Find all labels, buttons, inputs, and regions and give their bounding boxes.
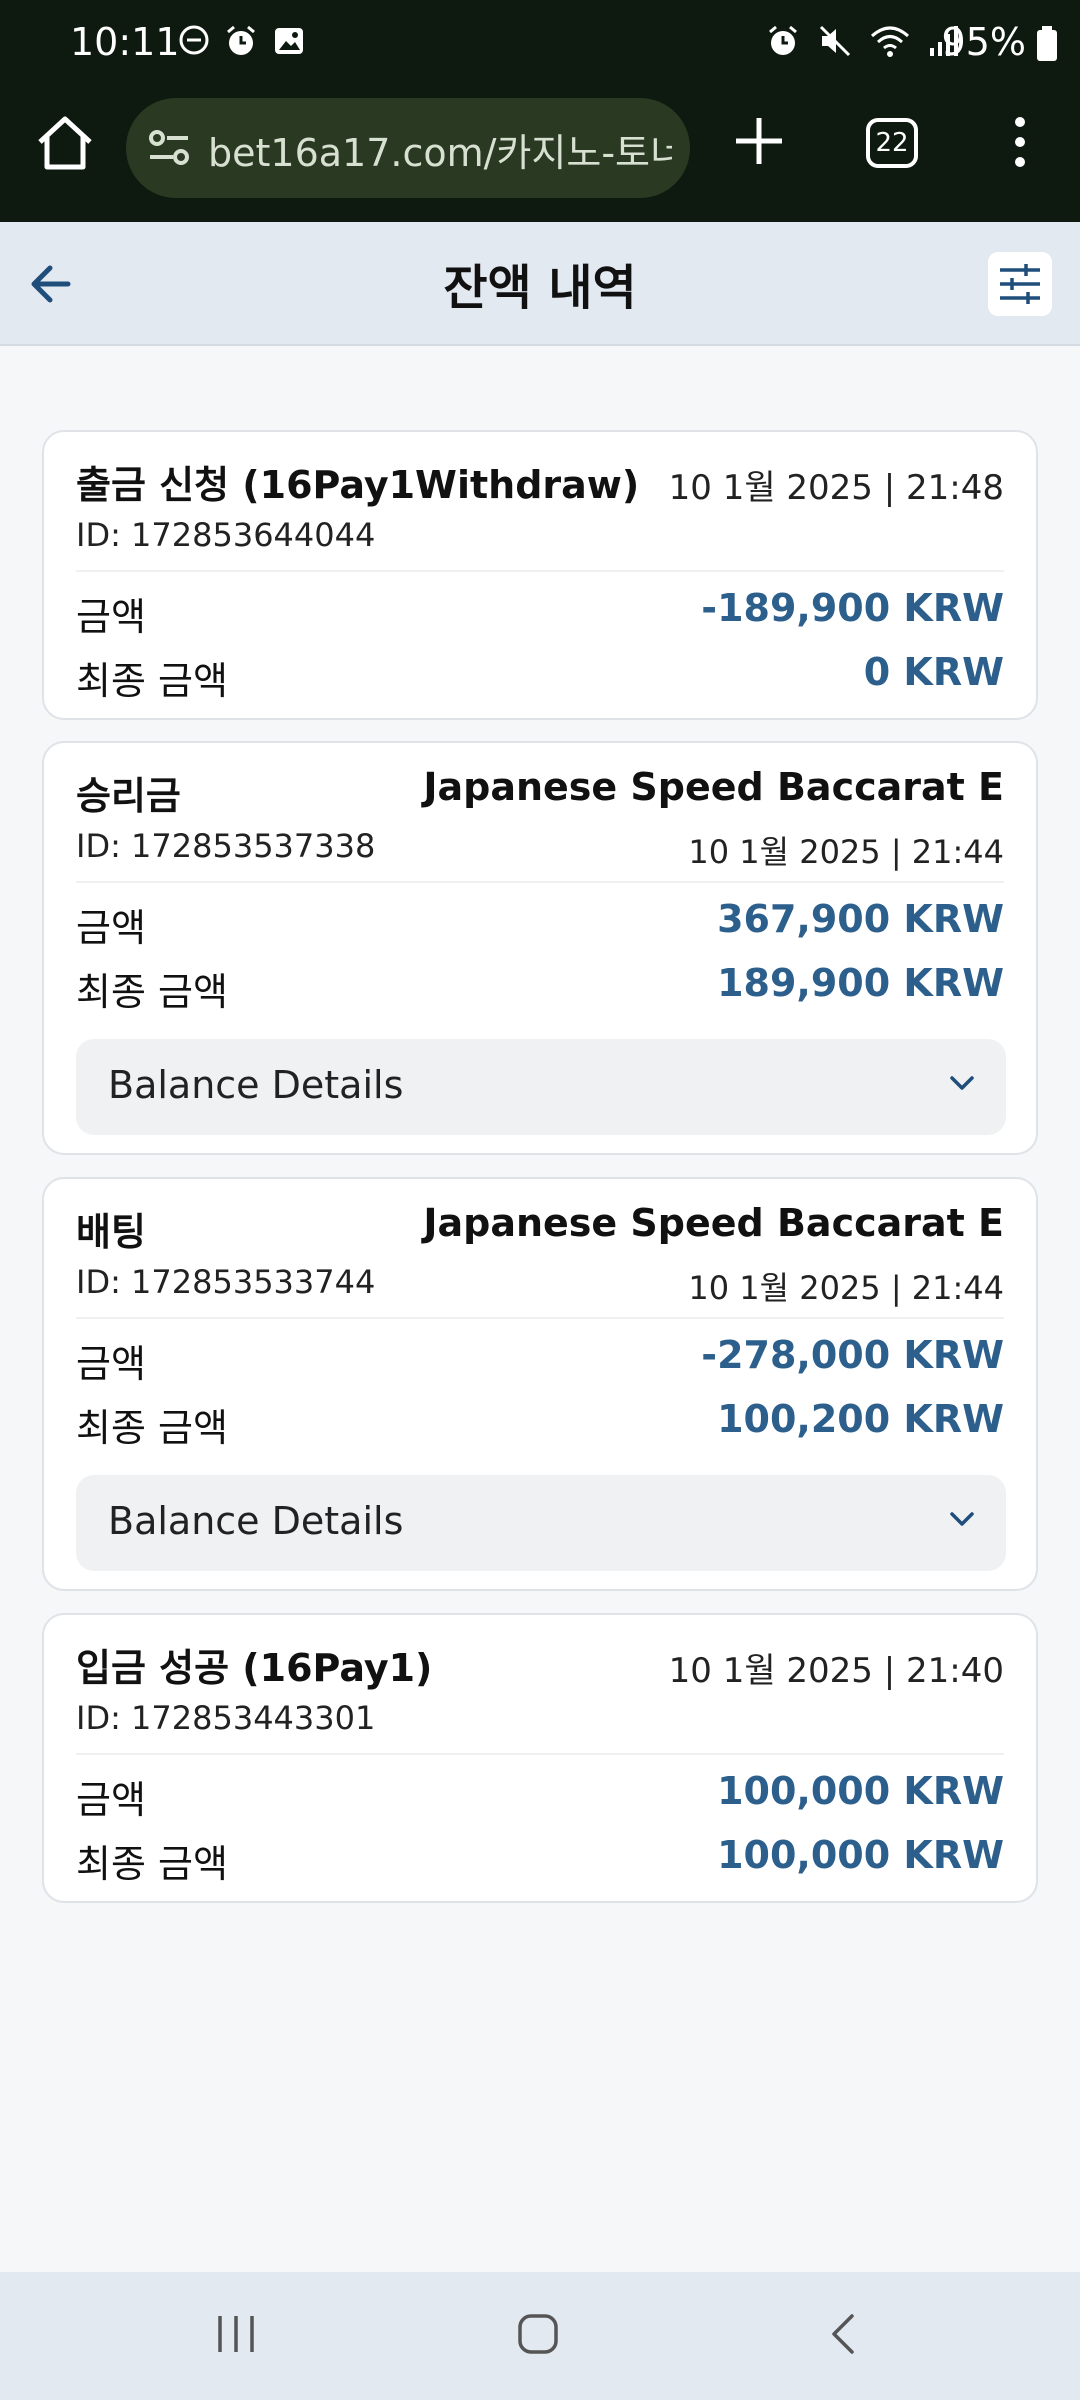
status-left-icons (178, 24, 306, 58)
url-text[interactable]: bet16a17.com/카지노-토너먼트 (208, 122, 672, 176)
amount-label: 금액 (76, 906, 146, 950)
transaction-date: 10 1월 2025 | 21:44 (688, 1269, 1004, 1307)
transaction-id: ID: 172853644044 (76, 516, 376, 554)
more-menu-icon[interactable] (1000, 112, 1040, 172)
battery-percent: 95% (941, 20, 1026, 64)
divider (76, 881, 1004, 883)
site-settings-icon[interactable] (148, 128, 192, 168)
game-name: Japanese Speed Baccarat E (423, 765, 1004, 809)
status-right-icons (766, 24, 960, 58)
amount-value: 367,900 KRW (717, 897, 1004, 941)
final-amount-label: 최종 금액 (76, 659, 228, 703)
app-header: 잔액 내역 (0, 222, 1080, 346)
transaction-card: 승리금 Japanese Speed Baccarat E ID: 172853… (42, 741, 1038, 1155)
balance-details-toggle[interactable]: Balance Details (76, 1039, 1006, 1135)
transaction-type: 승리금 (76, 774, 181, 818)
amount-label: 금액 (76, 595, 146, 639)
final-amount-label: 최종 금액 (76, 1406, 228, 1450)
balance-details-label: Balance Details (108, 1063, 404, 1107)
transaction-id: ID: 172853533744 (76, 1263, 376, 1301)
game-name: Japanese Speed Baccarat E (423, 1201, 1004, 1245)
final-amount-value: 0 KRW (863, 650, 1004, 694)
address-bar[interactable]: bet16a17.com/카지노-토너먼트 (126, 98, 690, 198)
transaction-card: 출금 신청 (16Pay1Withdraw) 10 1월 2025 | 21:4… (42, 430, 1038, 720)
amount-label: 금액 (76, 1778, 146, 1822)
browser-chrome: 10:11 95% bet16a17.com/카지노-토너먼트 22 (0, 0, 1080, 222)
transaction-type: 출금 신청 (16Pay1Withdraw) (76, 463, 640, 507)
home-nav-icon[interactable] (516, 2312, 560, 2356)
back-nav-icon[interactable] (822, 2312, 866, 2356)
balance-details-toggle[interactable]: Balance Details (76, 1475, 1006, 1571)
final-amount-label: 최종 금액 (76, 1842, 228, 1886)
divider (76, 570, 1004, 572)
amount-value: -278,000 KRW (701, 1333, 1004, 1377)
transaction-id: ID: 172853537338 (76, 827, 376, 865)
final-amount-value: 189,900 KRW (717, 961, 1004, 1005)
divider (76, 1753, 1004, 1755)
transaction-id: ID: 172853443301 (76, 1699, 376, 1737)
transaction-card: 배팅 Japanese Speed Baccarat E ID: 1728535… (42, 1177, 1038, 1591)
filter-button[interactable] (988, 252, 1052, 316)
amount-value: -189,900 KRW (701, 586, 1004, 630)
transaction-type: 배팅 (76, 1210, 146, 1254)
chevron-down-icon (950, 1512, 974, 1526)
final-amount-label: 최종 금액 (76, 970, 228, 1014)
filter-sliders-icon (1000, 264, 1040, 304)
recents-icon[interactable] (214, 2312, 258, 2356)
gallery-icon (275, 28, 303, 54)
amount-value: 100,000 KRW (717, 1769, 1004, 1813)
status-time: 10:11 (70, 20, 180, 64)
home-icon[interactable] (34, 112, 96, 174)
transaction-date: 10 1월 2025 | 21:40 (668, 1651, 1004, 1691)
mute-icon (819, 25, 851, 57)
page-title: 잔액 내역 (443, 260, 637, 316)
final-amount-value: 100,200 KRW (717, 1397, 1004, 1441)
amount-label: 금액 (76, 1342, 146, 1386)
wifi-icon (871, 26, 909, 57)
battery-icon (1037, 26, 1057, 61)
balance-details-label: Balance Details (108, 1499, 404, 1543)
transaction-date: 10 1월 2025 | 21:44 (688, 833, 1004, 871)
transaction-card: 입금 성공 (16Pay1) 10 1월 2025 | 21:40 ID: 17… (42, 1613, 1038, 1903)
tab-switcher-button[interactable]: 22 (866, 118, 918, 168)
chevron-down-icon (950, 1076, 974, 1090)
alarm-icon (227, 25, 255, 55)
status-bar: 10:11 95% (0, 0, 1080, 86)
dnd-icon (179, 25, 209, 55)
new-tab-icon[interactable] (730, 112, 788, 170)
alarm-icon (769, 25, 797, 55)
divider (76, 1317, 1004, 1319)
transaction-date: 10 1월 2025 | 21:48 (668, 468, 1004, 508)
final-amount-value: 100,000 KRW (717, 1833, 1004, 1877)
system-nav-bar (0, 2272, 1080, 2400)
transaction-type: 입금 성공 (16Pay1) (76, 1646, 433, 1690)
